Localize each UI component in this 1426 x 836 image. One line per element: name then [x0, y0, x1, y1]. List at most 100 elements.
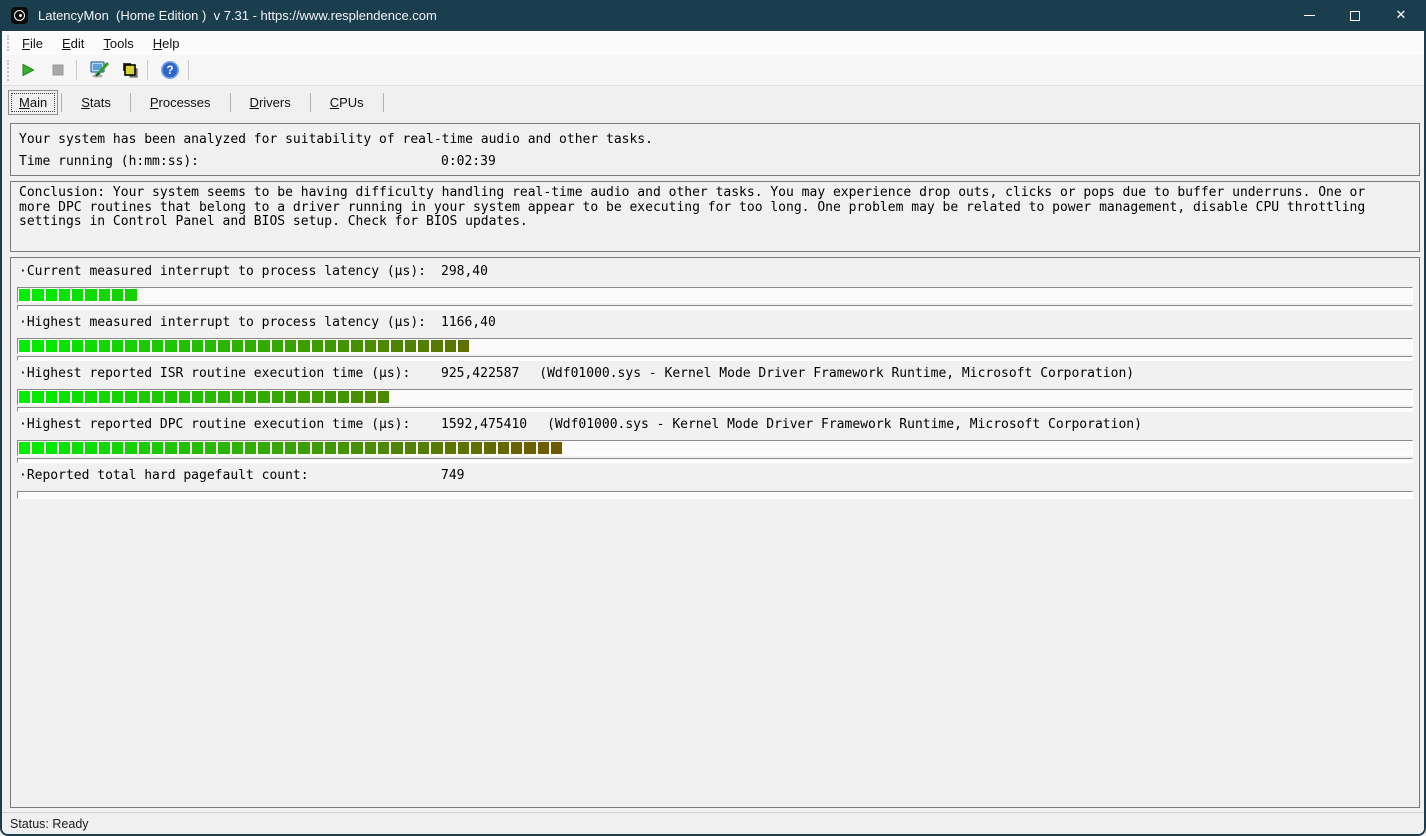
window-title: LatencyMon (Home Edition ) v 7.31 - http…: [38, 8, 437, 23]
bar-segment: [99, 391, 110, 403]
help-button[interactable]: ?: [157, 58, 183, 82]
menu-tools[interactable]: Tools: [95, 33, 141, 54]
bar-segment: [125, 442, 136, 454]
bar-segment: [445, 442, 456, 454]
metric-row: ·Highest measured interrupt to process l…: [11, 316, 1419, 361]
maximize-button[interactable]: [1332, 0, 1378, 31]
bar-segment: [99, 289, 110, 301]
bar-segment: [205, 391, 216, 403]
bar-segment: [72, 391, 83, 403]
metric-detail: (Wdf01000.sys - Kernel Mode Driver Frame…: [539, 367, 1134, 381]
bar-segment: [298, 391, 309, 403]
metric-label: ·Reported total hard pagefault count:: [19, 469, 441, 483]
bar-segment: [484, 442, 495, 454]
metric-label: ·Highest measured interrupt to process l…: [19, 316, 441, 330]
bar-segment: [112, 442, 123, 454]
bar-segment: [338, 340, 349, 352]
bar-segment: [365, 340, 376, 352]
metric-value: 925,422587: [441, 367, 519, 381]
bar-segment: [312, 391, 323, 403]
bar-segment: [72, 442, 83, 454]
bar-segment: [258, 391, 269, 403]
windows-button[interactable]: [116, 58, 142, 82]
bar-segment: [32, 391, 43, 403]
bar-segment: [125, 289, 136, 301]
bar-segment: [192, 340, 203, 352]
bar-segment: [139, 340, 150, 352]
bar-segment: [72, 340, 83, 352]
app-icon: [11, 7, 28, 24]
bar-segment: [179, 391, 190, 403]
menu-file[interactable]: File: [14, 33, 51, 54]
metric-progress-bar: [17, 338, 1413, 354]
bar-segment: [405, 340, 416, 352]
toolbar-separator: [188, 60, 189, 80]
bar-segment: [72, 289, 83, 301]
start-monitor-button[interactable]: [15, 58, 41, 82]
bar-segment: [165, 340, 176, 352]
tab-separator: [61, 93, 62, 112]
bar-segment: [112, 289, 123, 301]
bar-segment: [165, 442, 176, 454]
analyze-button[interactable]: [86, 58, 112, 82]
bar-segment: [32, 289, 43, 301]
tab-drivers[interactable]: Drivers: [234, 90, 307, 115]
bar-segment: [285, 391, 296, 403]
bar-segment: [245, 340, 256, 352]
bar-segment: [125, 340, 136, 352]
bar-segment: [445, 340, 456, 352]
tab-stats[interactable]: Stats: [65, 90, 127, 115]
bar-segment: [232, 391, 243, 403]
menu-help[interactable]: Help: [145, 33, 188, 54]
bar-segment: [391, 340, 402, 352]
metric-label: ·Highest reported ISR routine execution …: [19, 367, 441, 381]
bar-segment: [418, 340, 429, 352]
maximize-icon: [1350, 11, 1360, 21]
title-bar: LatencyMon (Home Edition ) v 7.31 - http…: [2, 0, 1424, 31]
bar-segment: [112, 340, 123, 352]
bar-segment: [418, 442, 429, 454]
minimize-button[interactable]: [1286, 0, 1332, 31]
bar-segment: [46, 391, 57, 403]
metric-thin-track: [17, 491, 1413, 499]
bar-segment: [46, 289, 57, 301]
metric-thin-track: [17, 356, 1413, 361]
metric-line: ·Reported total hard pagefault count:749: [11, 469, 1419, 483]
tab-bar: Main Stats Processes Drivers CPUs: [2, 87, 1424, 118]
bar-segment: [498, 442, 509, 454]
metric-thin-track: [17, 458, 1413, 463]
stop-monitor-button[interactable]: [45, 58, 71, 82]
bar-segment: [85, 391, 96, 403]
bar-segment: [511, 442, 522, 454]
tab-separator: [310, 93, 311, 112]
bar-segment: [218, 391, 229, 403]
bar-segment: [524, 442, 535, 454]
bar-segment: [19, 289, 30, 301]
menu-edit[interactable]: Edit: [54, 33, 92, 54]
bar-segment: [338, 442, 349, 454]
tab-processes[interactable]: Processes: [134, 90, 227, 115]
metric-line: ·Highest reported DPC routine execution …: [11, 418, 1419, 432]
status-text: Status: Ready: [10, 817, 89, 831]
bar-segment: [32, 442, 43, 454]
window-controls: ✕: [1286, 0, 1424, 31]
bar-segment: [19, 391, 30, 403]
bar-segment: [338, 391, 349, 403]
close-button[interactable]: ✕: [1378, 0, 1424, 31]
tab-main[interactable]: Main: [8, 90, 58, 115]
bar-segment: [325, 340, 336, 352]
toolbar-separator: [147, 60, 148, 80]
bar-segment: [325, 391, 336, 403]
analyze-monitor-icon: [89, 60, 109, 80]
metric-line: ·Current measured interrupt to process l…: [11, 265, 1419, 279]
bar-segment: [378, 340, 389, 352]
metric-progress-bar: [17, 389, 1413, 405]
tab-cpus[interactable]: CPUs: [314, 90, 380, 115]
analysis-panel: Your system has been analyzed for suitab…: [10, 123, 1420, 176]
bar-segment: [192, 391, 203, 403]
bar-segment: [139, 391, 150, 403]
bar-segment: [205, 340, 216, 352]
bar-segment: [298, 442, 309, 454]
time-running-value: 0:02:39: [441, 151, 496, 173]
stop-icon: [50, 62, 66, 78]
